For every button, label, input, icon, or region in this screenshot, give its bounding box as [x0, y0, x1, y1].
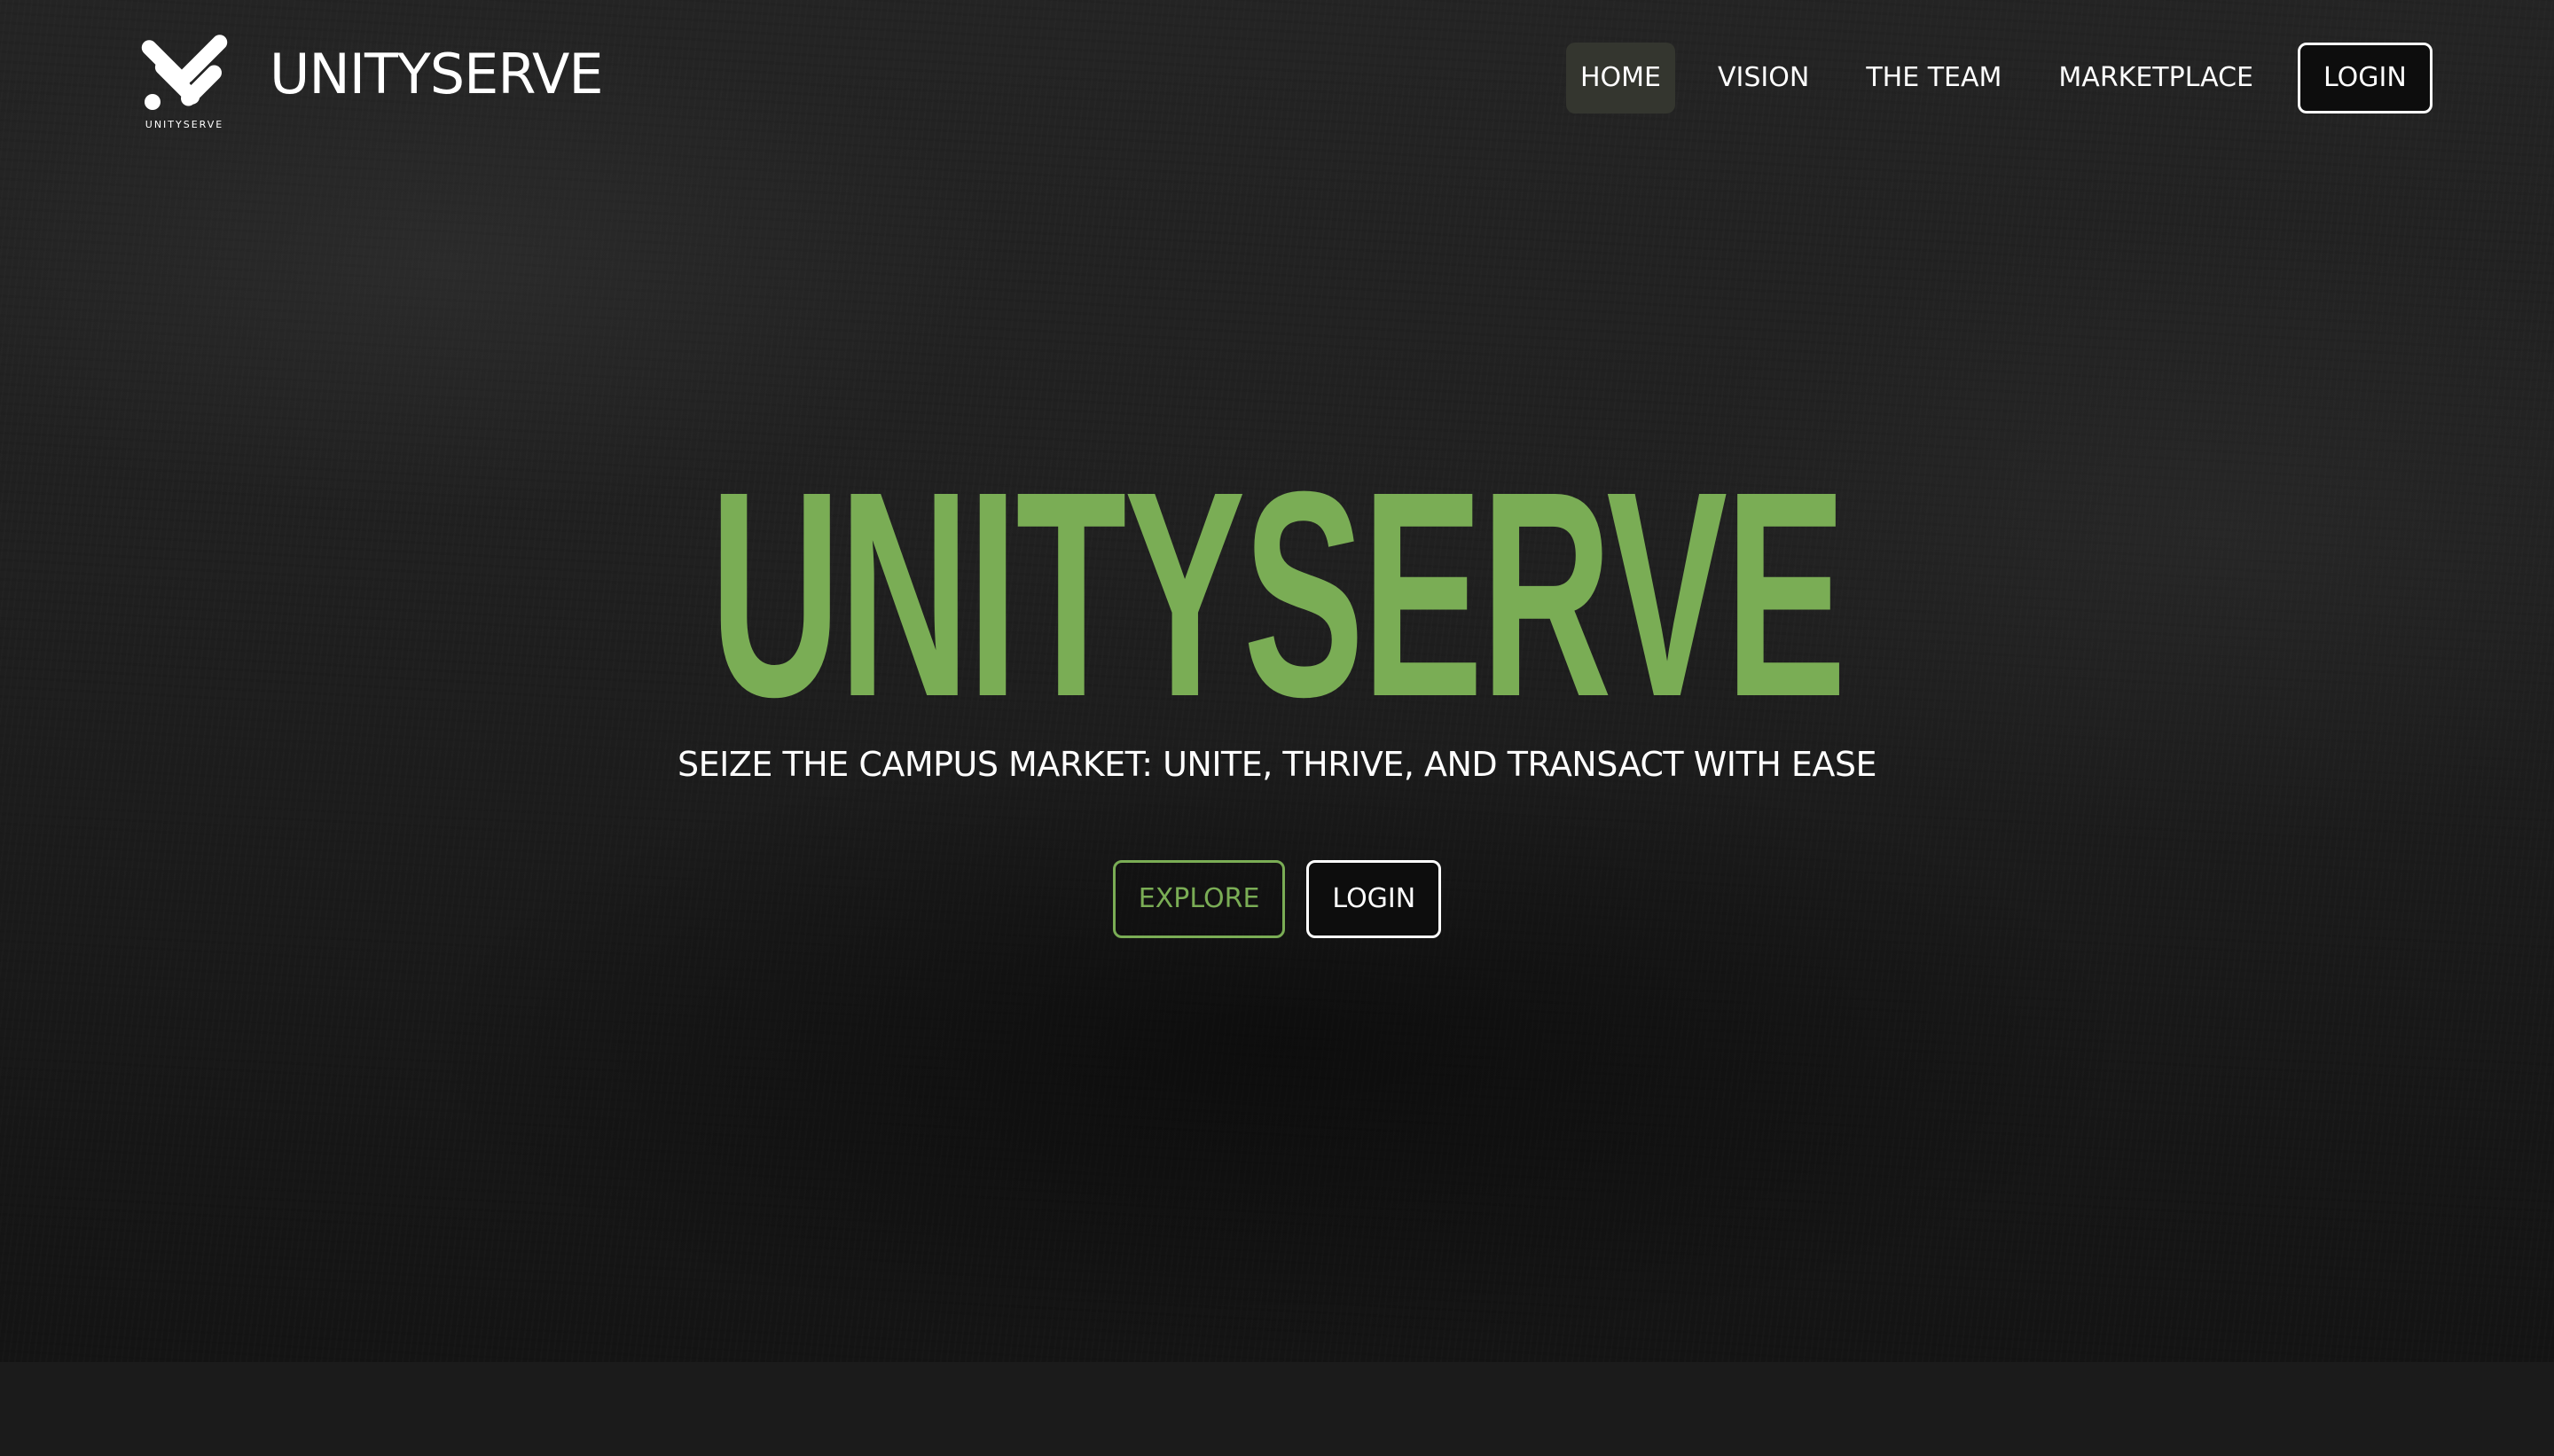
next-section-band	[0, 1362, 2554, 1456]
logo[interactable]: UNITYSERVE	[140, 30, 229, 133]
nav-login-button[interactable]: LOGIN	[2298, 43, 2433, 114]
logo-caption: UNITYSERVE	[145, 119, 224, 130]
brand-name[interactable]: UNITYSERVE	[270, 39, 604, 110]
unityserve-logo-icon	[141, 35, 228, 110]
explore-button[interactable]: EXPLORE	[1112, 860, 1286, 938]
nav-item-home[interactable]: HOME	[1566, 43, 1676, 114]
main-nav: HOME VISION THE TEAM MARKETPLACE LOGIN	[1566, 43, 2433, 114]
nav-item-the-team[interactable]: THE TEAM	[1852, 43, 2016, 114]
hero-title: UNITYSERVE	[709, 430, 1846, 757]
hero-buttons: EXPLORE LOGIN	[0, 860, 2554, 938]
nav-item-marketplace[interactable]: MARKETPLACE	[2044, 43, 2268, 114]
hero-subtitle: SEIZE THE CAMPUS MARKET: UNITE, THRIVE, …	[677, 745, 1877, 784]
nav-item-vision[interactable]: VISION	[1704, 43, 1823, 114]
hero-login-button[interactable]: LOGIN	[1306, 860, 1442, 938]
